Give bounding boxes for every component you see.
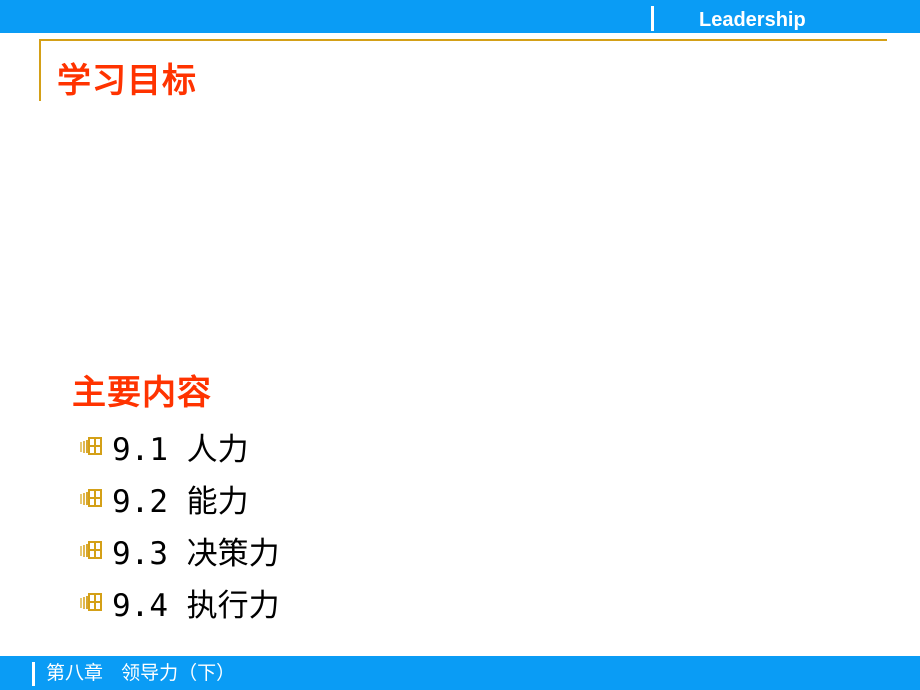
list-item: 9.3 决策力 bbox=[80, 524, 280, 576]
list-item-label: 9.3 决策力 bbox=[112, 535, 280, 572]
window-bullet-icon bbox=[80, 593, 102, 611]
header-separator bbox=[651, 6, 654, 31]
chapter-label: 第八章 领导力（下） bbox=[46, 662, 236, 684]
list-item-label: 9.1 人力 bbox=[112, 431, 249, 468]
list-item-label: 9.4 执行力 bbox=[112, 587, 280, 624]
footer-separator bbox=[32, 662, 35, 686]
title-rule-horizontal bbox=[39, 39, 887, 41]
list-item: 9.1 人力 bbox=[80, 420, 280, 472]
list-item-label: 9.2 能力 bbox=[112, 483, 249, 520]
brand-label: Leadership bbox=[699, 9, 806, 31]
content-list: 9.1 人力 9.2 能力 9.3 决策力 9.4 执行力 bbox=[80, 420, 280, 628]
section-title: 主要内容 bbox=[72, 373, 212, 413]
window-bullet-icon bbox=[80, 541, 102, 559]
window-bullet-icon bbox=[80, 437, 102, 455]
list-item: 9.2 能力 bbox=[80, 472, 280, 524]
title-rule-vertical bbox=[39, 39, 41, 101]
list-item: 9.4 执行力 bbox=[80, 576, 280, 628]
slide-title: 学习目标 bbox=[57, 61, 197, 101]
window-bullet-icon bbox=[80, 489, 102, 507]
